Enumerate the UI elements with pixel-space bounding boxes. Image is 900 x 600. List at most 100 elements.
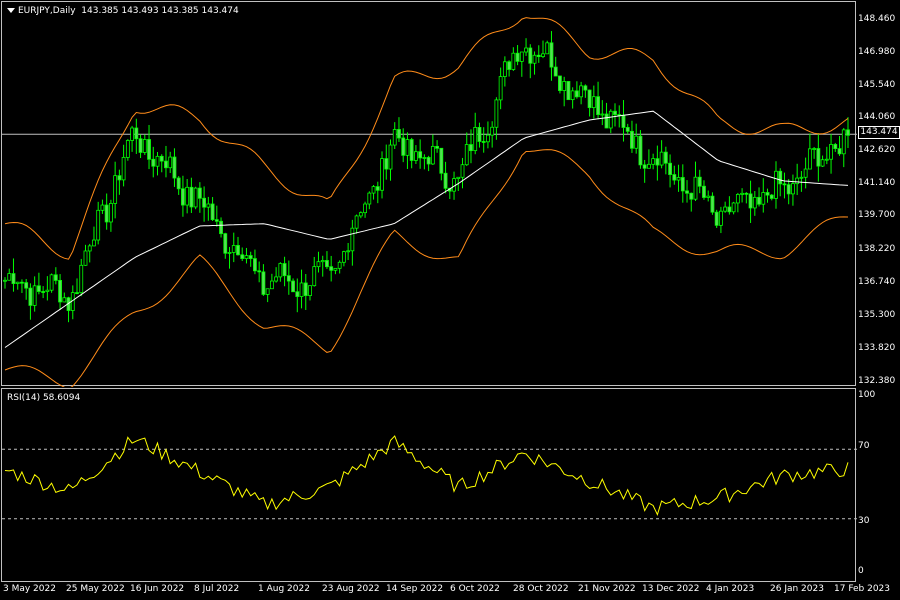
candle-body	[748, 193, 753, 209]
candle	[833, 142, 838, 152]
candle-body	[685, 190, 689, 194]
candle-body	[83, 250, 88, 266]
candle-body	[7, 273, 12, 281]
candle	[782, 172, 787, 199]
candle	[358, 211, 363, 219]
candle	[646, 149, 651, 169]
candle	[638, 130, 643, 169]
candle-body	[164, 160, 168, 169]
candle	[299, 269, 304, 309]
symbol-title: EURJPY,Daily	[18, 6, 76, 16]
price-tick: 132.380	[858, 376, 896, 386]
candle-body	[824, 158, 829, 161]
candle-body	[613, 110, 617, 115]
candle	[3, 277, 7, 289]
candle	[676, 164, 681, 192]
candle	[24, 278, 29, 300]
chart-menu-icon[interactable]	[7, 8, 15, 13]
candle	[303, 273, 308, 310]
candle-body	[744, 192, 749, 195]
rsi-indicator-pane[interactable]: RSI(14) 58.6094	[1, 388, 857, 583]
date-tick: 8 Jul 2022	[194, 584, 240, 594]
candle-body	[75, 292, 79, 294]
candle	[680, 164, 685, 203]
candle-body	[380, 158, 384, 191]
bollinger-lower-line	[4, 149, 849, 387]
candle	[735, 192, 740, 213]
candle-body	[193, 187, 198, 208]
candle-body	[710, 195, 715, 213]
candle-body	[735, 194, 740, 204]
candle-body	[121, 156, 126, 181]
candle	[350, 219, 355, 266]
candle	[253, 249, 257, 275]
candle-body	[680, 177, 685, 192]
rsi-tick: 0	[858, 566, 864, 576]
candle-body	[414, 151, 418, 161]
price-chart-pane[interactable]: EURJPY,Daily 143.385 143.493 143.385 143…	[1, 1, 857, 387]
candle-body	[583, 85, 588, 91]
candle-body	[545, 42, 550, 55]
candle-body	[274, 276, 279, 282]
candle-body	[308, 285, 312, 296]
date-tick: 28 Oct 2022	[513, 584, 569, 594]
candle	[791, 174, 795, 206]
candle-body	[668, 162, 672, 175]
candle	[66, 296, 71, 323]
candle	[210, 197, 215, 222]
candle	[375, 181, 380, 204]
candle	[282, 256, 287, 287]
candle	[422, 154, 427, 170]
candle	[312, 256, 317, 287]
candle	[62, 292, 67, 303]
candle	[125, 139, 130, 161]
candle-body	[655, 158, 660, 166]
candle	[558, 75, 562, 94]
candle	[354, 214, 359, 234]
candle	[566, 81, 571, 101]
candle	[197, 182, 202, 213]
candle-body	[566, 81, 571, 101]
candle-body	[257, 270, 262, 273]
candle	[672, 165, 677, 185]
candle-body	[219, 220, 223, 235]
candle	[214, 205, 219, 227]
candle	[430, 134, 435, 166]
candle	[723, 201, 728, 213]
candle	[138, 134, 143, 159]
candle-body	[549, 42, 554, 68]
candle	[693, 161, 698, 201]
candle	[820, 155, 825, 168]
candle-body	[316, 261, 321, 268]
candle	[697, 169, 702, 194]
candle	[604, 102, 609, 129]
candle-body	[803, 168, 808, 178]
candle	[168, 151, 173, 174]
candle	[257, 261, 262, 283]
candle-body	[125, 140, 130, 158]
candle-body	[325, 260, 329, 268]
candle-body	[752, 196, 757, 209]
candle-body	[248, 255, 253, 259]
candle	[121, 144, 126, 187]
rsi-chart-canvas[interactable]	[2, 389, 857, 583]
candle	[15, 281, 20, 290]
candle	[75, 278, 79, 295]
candle	[532, 51, 537, 75]
rsi-tick: 100	[858, 390, 876, 400]
candle	[240, 247, 245, 262]
candle-body	[236, 245, 240, 256]
candle-body	[473, 127, 478, 152]
candle-body	[799, 176, 804, 179]
candle-body	[418, 151, 423, 159]
candle	[549, 31, 554, 81]
candle-body	[358, 212, 363, 217]
candle-body	[791, 183, 795, 195]
candle	[714, 209, 719, 228]
price-chart-canvas[interactable]	[2, 2, 857, 387]
candle	[685, 180, 689, 203]
date-tick: 26 Jan 2023	[770, 584, 824, 594]
date-tick: 1 Aug 2022	[258, 584, 310, 594]
candle	[761, 178, 766, 213]
candle-body	[176, 177, 181, 190]
